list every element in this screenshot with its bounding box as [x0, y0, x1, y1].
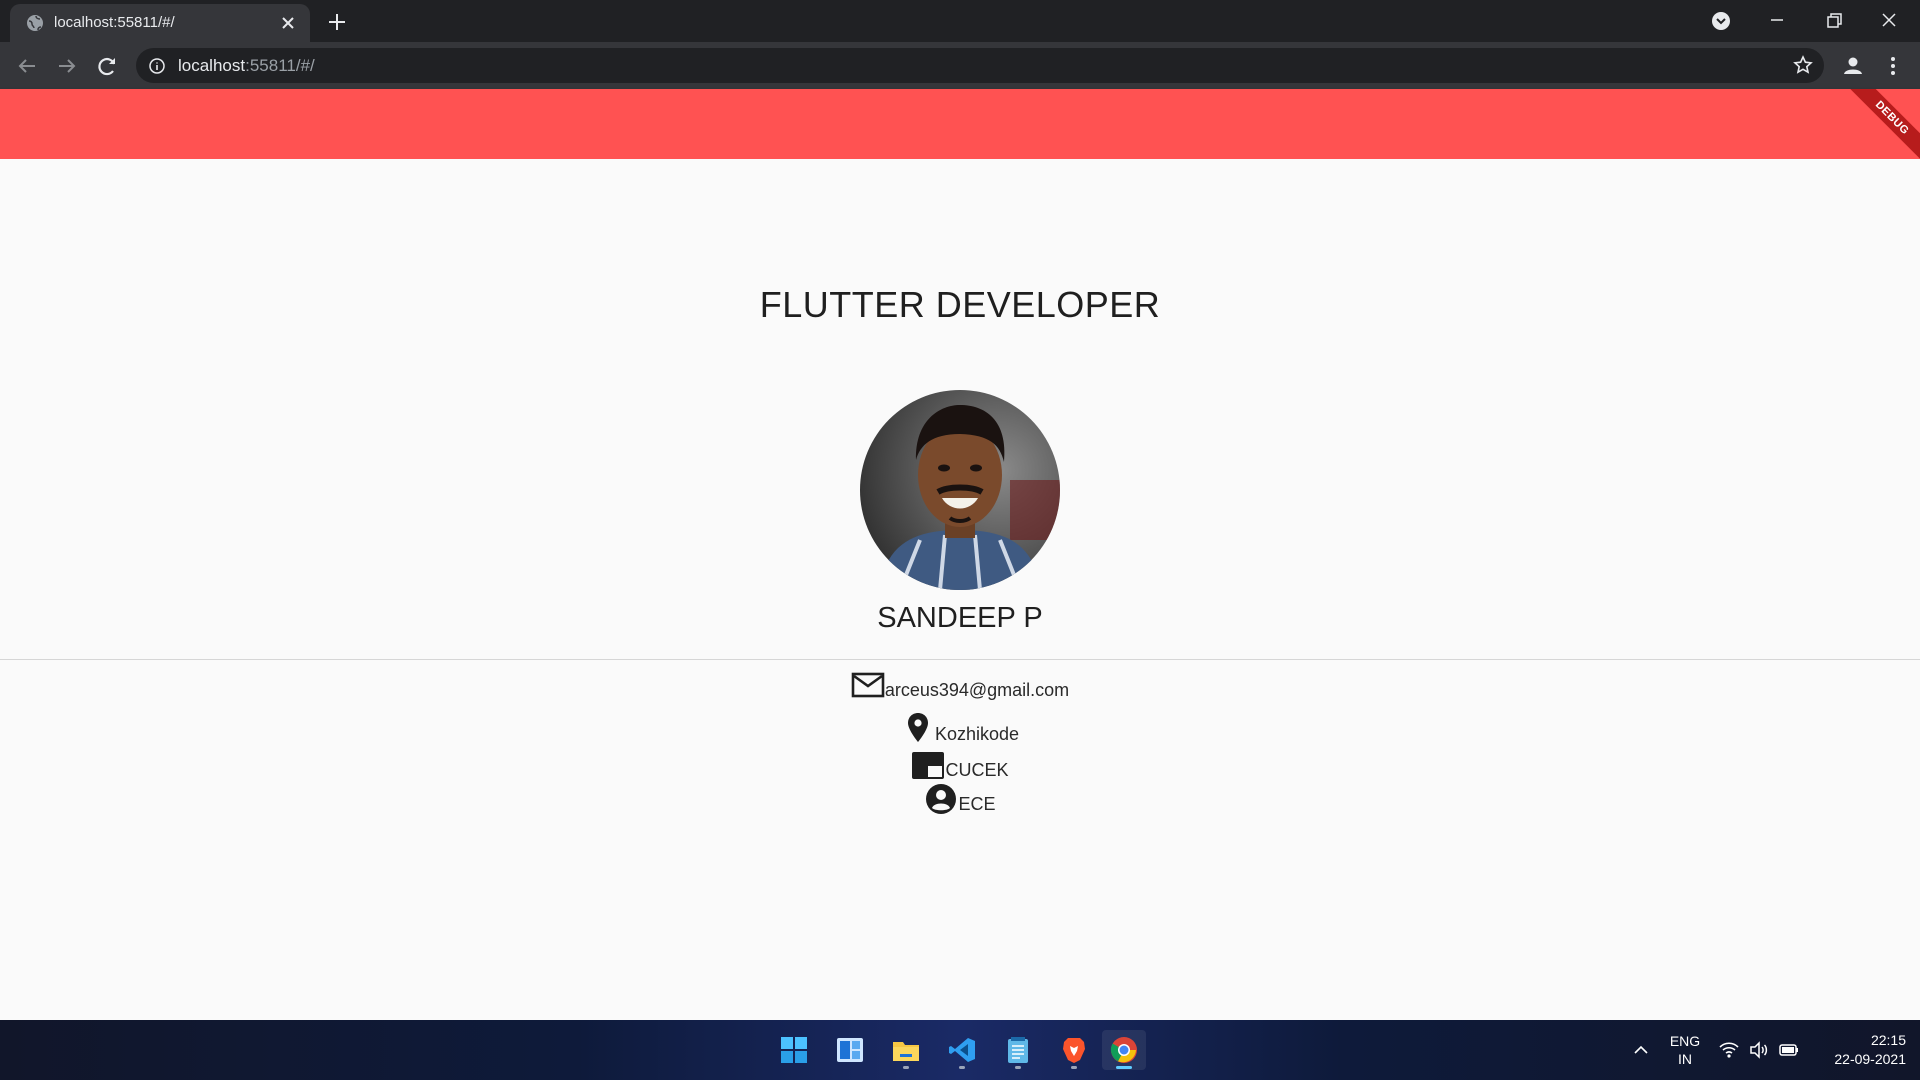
mail-icon	[851, 671, 885, 701]
clock[interactable]: 22:15 22-09-2021	[1814, 1031, 1906, 1080]
brave-icon	[1063, 1038, 1085, 1063]
language-code: ENG	[1669, 1033, 1701, 1049]
address-bar[interactable]: localhost:55811/#/	[136, 48, 1824, 83]
file-explorer-icon	[893, 1042, 919, 1061]
email-row: arceus394@gmail.com	[0, 671, 1920, 701]
minimize-icon[interactable]	[1754, 6, 1800, 36]
running-indicator	[903, 1066, 909, 1069]
close-window-icon[interactable]	[1866, 6, 1912, 36]
department-text: ECE	[958, 794, 996, 814]
running-indicator	[1116, 1066, 1132, 1069]
location-pin-icon	[901, 711, 935, 745]
clock-date: 22-09-2021	[1834, 1051, 1906, 1067]
profile-name: SANDEEP P	[877, 602, 1043, 634]
account-circle-icon	[924, 783, 958, 815]
chevron-up-icon[interactable]	[1630, 1039, 1652, 1061]
widgets-button[interactable]	[828, 1030, 872, 1070]
volume-icon[interactable]	[1748, 1039, 1770, 1061]
tab-title: localhost:55811/#/	[54, 14, 175, 31]
running-indicator	[1015, 1066, 1021, 1069]
vscode-icon	[949, 1038, 975, 1062]
battery-icon[interactable]	[1778, 1039, 1800, 1061]
department-row: ECE	[0, 783, 1920, 815]
app-bar: DEBUG	[0, 89, 1920, 159]
more-menu-icon[interactable]	[1879, 52, 1907, 80]
profile-icon[interactable]	[1839, 52, 1867, 80]
college-icon	[911, 749, 945, 781]
location-text: Kozhikode	[934, 724, 1020, 744]
brave-button[interactable]	[1052, 1030, 1096, 1070]
chrome-icon	[1110, 1037, 1137, 1063]
url-text[interactable]: localhost:55811/#/	[178, 56, 315, 76]
new-tab-icon[interactable]	[324, 9, 350, 35]
browser-toolbar: localhost:55811/#/	[0, 42, 1920, 89]
chrome-button[interactable]	[1102, 1030, 1146, 1070]
widgets-icon	[837, 1038, 863, 1062]
tab-search-icon[interactable]	[1698, 6, 1744, 36]
forward-icon[interactable]	[53, 52, 81, 80]
divider	[0, 659, 1920, 660]
file-explorer-button[interactable]	[884, 1030, 928, 1070]
avatar	[860, 390, 1060, 590]
notepad-icon	[1008, 1037, 1028, 1063]
vscode-button[interactable]	[940, 1030, 984, 1070]
language-region: IN	[1678, 1051, 1692, 1067]
location-row: Kozhikode	[0, 711, 1920, 745]
email-text: arceus394@gmail.com	[884, 680, 1070, 700]
taskbar: ENG IN 22:15 22-09-2021	[0, 1020, 1920, 1080]
reload-icon[interactable]	[93, 52, 121, 80]
browser-tab-strip: localhost:55811/#/	[0, 0, 1920, 42]
wifi-icon[interactable]	[1718, 1039, 1740, 1061]
running-indicator	[1071, 1066, 1077, 1069]
bookmark-star-icon[interactable]	[1792, 54, 1814, 76]
browser-tab[interactable]: localhost:55811/#/	[10, 4, 310, 42]
language-indicator[interactable]: ENG IN	[1668, 1032, 1702, 1072]
start-button[interactable]	[772, 1030, 816, 1070]
start-icon	[781, 1037, 807, 1063]
page-title: FLUTTER DEVELOPER	[759, 284, 1161, 325]
close-tab-icon[interactable]	[278, 13, 298, 33]
profile-page: FLUTTER DEVELOPER SANDEEP P arceus394@gm…	[0, 159, 1920, 1020]
notepad-button[interactable]	[996, 1030, 1040, 1070]
college-row: CUCEK	[0, 749, 1920, 781]
restore-icon[interactable]	[1810, 6, 1856, 36]
college-text: CUCEK	[945, 760, 1009, 780]
debug-banner: DEBUG	[1843, 89, 1920, 159]
back-icon[interactable]	[13, 52, 41, 80]
globe-icon	[26, 14, 44, 32]
site-info-icon[interactable]	[148, 57, 166, 75]
running-indicator	[959, 1066, 965, 1069]
clock-time: 22:15	[1870, 1032, 1906, 1048]
